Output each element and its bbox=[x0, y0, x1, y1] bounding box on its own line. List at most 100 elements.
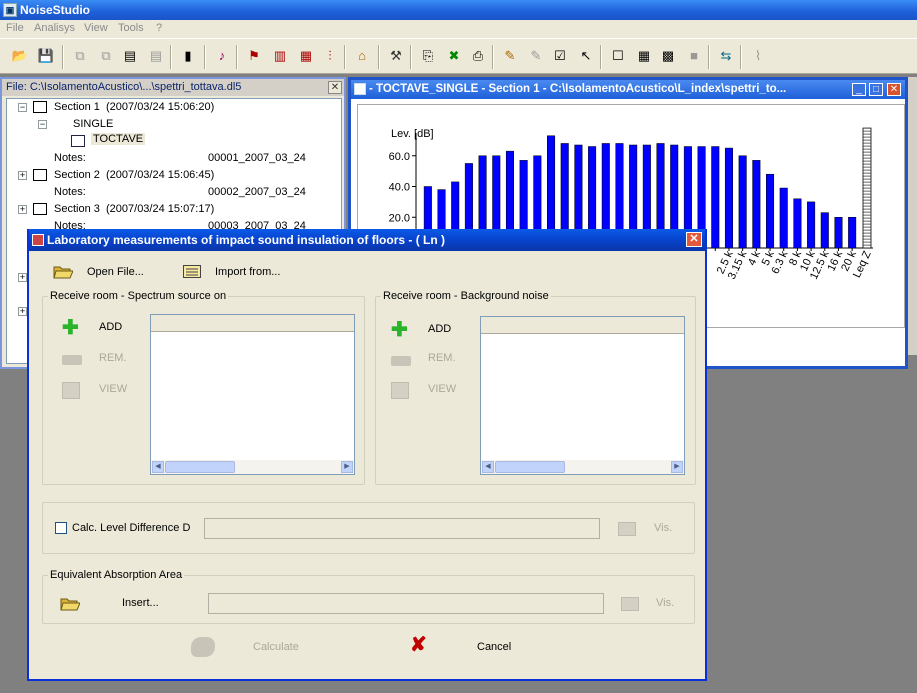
impact-insulation-dialog: Laboratory measurements of impact sound … bbox=[27, 229, 707, 681]
add-icon[interactable]: ✚ bbox=[391, 320, 408, 340]
chart-window-title: - TOCTAVE_SINGLE - Section 1 - C:\Isolam… bbox=[351, 80, 905, 99]
edit-chart-icon[interactable]: ☑ bbox=[550, 46, 570, 66]
pointer-icon[interactable]: ↖ bbox=[576, 46, 596, 66]
curve-icon[interactable]: ⌇ bbox=[748, 46, 768, 66]
section-3-expand-toggle[interactable]: + bbox=[18, 205, 27, 214]
menu-file[interactable]: File bbox=[6, 22, 24, 34]
open-folder-icon[interactable] bbox=[60, 596, 80, 611]
section-expand-toggle[interactable]: + bbox=[18, 307, 27, 316]
copy-icon[interactable]: ⎘ bbox=[418, 46, 438, 66]
analyze-icon[interactable]: ♪ bbox=[212, 46, 232, 66]
single-collapse-toggle[interactable]: − bbox=[38, 120, 47, 129]
absorption-insert-button[interactable]: Insert... bbox=[122, 597, 159, 609]
app-icon: ▣ bbox=[3, 3, 17, 17]
open-file-button[interactable]: Open File... bbox=[87, 266, 144, 278]
dialog-close-button[interactable]: ✕ bbox=[686, 232, 702, 247]
menu-tools[interactable]: Tools bbox=[118, 22, 144, 34]
measure-icon[interactable]: ⚒ bbox=[386, 46, 406, 66]
toolbar-separator bbox=[236, 45, 238, 69]
tree-item-toctave[interactable]: TOCTAVE bbox=[91, 133, 146, 145]
file-window-title: File: C:\IsolamentoAcustico\...\spettri_… bbox=[2, 79, 344, 96]
dialog-title: Laboratory measurements of impact sound … bbox=[47, 233, 446, 247]
building-icon[interactable]: ⌂ bbox=[352, 46, 372, 66]
background-add-button[interactable]: ADD bbox=[428, 323, 451, 335]
tree-notes-value: 00001_2007_03_24 bbox=[208, 152, 306, 164]
tree-item-section-1[interactable]: Section 1 (2007/03/24 15:06:20) bbox=[54, 101, 214, 113]
toolbar-separator bbox=[170, 45, 172, 69]
chart-bar bbox=[820, 212, 829, 249]
menu-view[interactable]: View bbox=[84, 22, 108, 34]
section-2-expand-toggle[interactable]: + bbox=[18, 171, 27, 180]
filter-icon[interactable]: ⚑ bbox=[244, 46, 264, 66]
import-icon[interactable] bbox=[183, 265, 201, 278]
horizontal-scrollbar[interactable]: ◀ ▶ bbox=[151, 460, 354, 474]
open-icon[interactable]: 📂 bbox=[10, 46, 30, 66]
zoom-in-icon[interactable]: ✎ bbox=[500, 46, 520, 66]
maximize-button[interactable]: □ bbox=[869, 83, 883, 96]
tree-item-section-2[interactable]: Section 2 (2007/03/24 15:06:45) bbox=[54, 169, 214, 181]
section-add-icon[interactable]: ▤ bbox=[120, 46, 140, 66]
scroll-left-icon[interactable]: ◀ bbox=[152, 461, 164, 473]
section-expand-toggle[interactable]: + bbox=[18, 273, 27, 282]
save-icon[interactable]: 💾 bbox=[36, 46, 56, 66]
spectrum-icon[interactable]: ▥ bbox=[270, 46, 290, 66]
background-file-list[interactable]: ◀ ▶ bbox=[480, 316, 685, 475]
calculate-button[interactable]: Calculate bbox=[253, 641, 299, 653]
spectrum-rem-button[interactable]: REM. bbox=[99, 352, 127, 364]
chart-icon bbox=[71, 135, 85, 147]
excel-icon[interactable]: ✖ bbox=[444, 46, 464, 66]
close-button[interactable]: ✕ bbox=[887, 83, 901, 96]
minimize-button[interactable]: _ bbox=[852, 83, 866, 96]
menu-analisys[interactable]: Analisys bbox=[34, 22, 75, 34]
spectrum-add-button[interactable]: ADD bbox=[99, 321, 122, 333]
y-axis-label: Lev. [dB] bbox=[391, 128, 434, 140]
level-difference-vis-button[interactable]: Vis. bbox=[654, 522, 672, 534]
instrument-icon[interactable]: ▮ bbox=[178, 46, 198, 66]
cancel-button[interactable]: Cancel bbox=[477, 641, 511, 653]
copy-section-icon[interactable]: ⧉ bbox=[70, 46, 90, 66]
scroll-right-icon[interactable]: ▶ bbox=[341, 461, 353, 473]
spectrum-file-list[interactable]: ◀ ▶ bbox=[150, 314, 355, 475]
scroll-left-icon[interactable]: ◀ bbox=[482, 461, 494, 473]
grid-icon[interactable]: ▦ bbox=[634, 46, 654, 66]
octave-icon[interactable]: ▦ bbox=[296, 46, 316, 66]
tree-item-section-3[interactable]: Section 3 (2007/03/24 15:07:17) bbox=[54, 203, 214, 215]
section-delete-icon[interactable]: ▤ bbox=[146, 46, 166, 66]
background-rem-button[interactable]: REM. bbox=[428, 352, 456, 364]
zoom-out-icon[interactable]: ✎ bbox=[526, 46, 546, 66]
markers-icon[interactable]: ⫶ bbox=[320, 46, 340, 66]
level-difference-field bbox=[204, 518, 600, 539]
calc-level-difference-label[interactable]: Calc. Level Difference D bbox=[72, 522, 190, 534]
menu-help[interactable]: ? bbox=[156, 22, 162, 34]
fill-icon[interactable]: ■ bbox=[684, 46, 704, 66]
absorption-vis-button[interactable]: Vis. bbox=[656, 597, 674, 609]
horizontal-scrollbar[interactable]: ◀ ▶ bbox=[481, 460, 684, 474]
scroll-thumb[interactable] bbox=[165, 461, 235, 473]
spectrum-view-button[interactable]: VIEW bbox=[99, 383, 127, 395]
list-header bbox=[151, 315, 354, 332]
scroll-thumb[interactable] bbox=[495, 461, 565, 473]
toolbar-separator bbox=[600, 45, 602, 69]
scroll-right-icon[interactable]: ▶ bbox=[671, 461, 683, 473]
toolbar-separator bbox=[204, 45, 206, 69]
chart-bar bbox=[807, 201, 816, 249]
open-folder-icon[interactable] bbox=[53, 264, 73, 279]
background-view-button[interactable]: VIEW bbox=[428, 383, 456, 395]
chart-bar bbox=[793, 198, 802, 249]
chart-bar bbox=[834, 217, 843, 249]
absorption-group-title: Equivalent Absorption Area bbox=[48, 569, 185, 581]
calc-level-difference-checkbox[interactable] bbox=[55, 522, 67, 534]
cancel-icon[interactable]: ✘ bbox=[410, 635, 427, 655]
toolbar-separator bbox=[740, 45, 742, 69]
paste-section-icon[interactable]: ⧉ bbox=[96, 46, 116, 66]
table-icon[interactable]: ▩ bbox=[658, 46, 678, 66]
window-icon[interactable]: ☐ bbox=[608, 46, 628, 66]
print-icon[interactable]: ⎙ bbox=[468, 46, 488, 66]
export-icon[interactable]: ⇆ bbox=[716, 46, 736, 66]
section-1-collapse-toggle[interactable]: − bbox=[18, 103, 27, 112]
tree-notes-value: 00002_2007_03_24 bbox=[208, 186, 306, 198]
import-from-button[interactable]: Import from... bbox=[215, 266, 280, 278]
tree-item-single[interactable]: SINGLE bbox=[73, 118, 113, 130]
add-icon[interactable]: ✚ bbox=[62, 318, 79, 338]
file-window-close-button[interactable]: ✕ bbox=[328, 81, 342, 94]
